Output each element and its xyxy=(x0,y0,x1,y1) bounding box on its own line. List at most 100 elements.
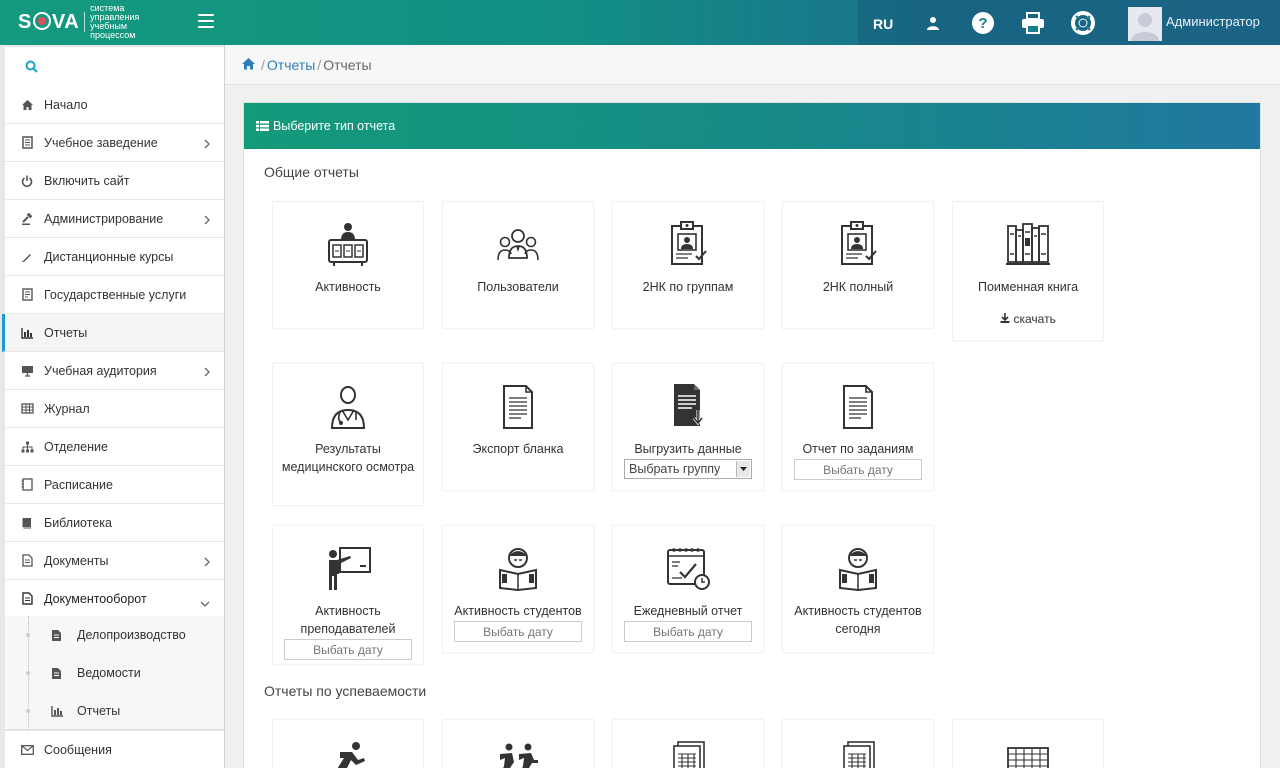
list-icon xyxy=(256,121,269,131)
report-card-users[interactable]: Пользователи xyxy=(442,201,594,329)
schedule-icon xyxy=(20,478,34,492)
sidebar-item-messages[interactable]: Сообщения xyxy=(5,731,224,768)
submenu-item-label: Делопроизводство xyxy=(77,628,186,642)
sidebar-item-documents[interactable]: Документы xyxy=(5,542,224,580)
app-logo[interactable]: S VA система управления учебным процессом xyxy=(18,4,170,40)
sidebar-item-administration[interactable]: Администрирование xyxy=(5,200,224,238)
submenu-item-records[interactable]: Делопроизводство xyxy=(5,616,224,654)
report-card-2nk-groups[interactable]: 2НК по группам xyxy=(612,201,764,329)
report-card-name-book[interactable]: Поименная книга скачать xyxy=(952,201,1104,341)
print-icon[interactable] xyxy=(1020,10,1046,36)
panel-title: Выберите тип отчета xyxy=(273,119,396,133)
sidebar-search[interactable] xyxy=(5,47,224,87)
daily-date-input[interactable] xyxy=(624,621,752,642)
chevron-right-icon xyxy=(204,365,210,380)
menu-toggle-icon[interactable] xyxy=(198,14,214,28)
top-right-toolbar: RU ? Администратор xyxy=(858,0,1280,45)
report-card-progress-4[interactable] xyxy=(782,719,934,768)
sidebar-item-label: Расписание xyxy=(44,477,113,492)
books-shelf-icon xyxy=(1004,220,1052,268)
report-card-progress-3[interactable] xyxy=(612,719,764,768)
submenu-item-statements[interactable]: Ведомости xyxy=(5,654,224,692)
user-name[interactable]: Администратор xyxy=(1166,14,1260,29)
sidebar-item-label: Дистанционные курсы xyxy=(44,249,174,264)
avatar[interactable] xyxy=(1128,7,1162,41)
submenu-item-label: Отчеты xyxy=(77,704,121,718)
file-text-icon xyxy=(51,628,65,642)
report-card-progress-5[interactable] xyxy=(952,719,1104,768)
report-card-progress-2[interactable] xyxy=(442,719,594,768)
tasks-date-input[interactable] xyxy=(794,459,922,480)
pencil-icon xyxy=(20,250,34,264)
sidebar-item-reports[interactable]: Отчеты xyxy=(2,314,224,352)
report-card-progress-1[interactable] xyxy=(272,719,424,768)
report-card-students-today[interactable]: Активность студентов сегодня xyxy=(782,525,934,653)
sidebar-item-document-flow[interactable]: Документооборот xyxy=(5,580,224,618)
section-title-progress: Отчеты по успеваемости xyxy=(264,683,427,699)
sidebar-item-home[interactable]: Начало xyxy=(5,86,224,124)
teachers-date-input[interactable] xyxy=(284,639,412,660)
sidebar-item-institution[interactable]: Учебное заведение xyxy=(5,124,224,162)
breadcrumb-current: Отчеты xyxy=(323,56,372,73)
svg-text:?: ? xyxy=(978,15,987,32)
group-select[interactable]: Выбрать группу xyxy=(624,459,752,479)
download-link[interactable]: скачать xyxy=(953,312,1103,326)
user-icon[interactable] xyxy=(920,10,946,36)
sidebar-item-gov-services[interactable]: Государственные услуги xyxy=(5,276,224,314)
report-card-teachers-activity[interactable]: Активность преподавателей xyxy=(272,525,424,665)
section-title-general: Общие отчеты xyxy=(264,164,359,180)
search-icon[interactable] xyxy=(25,60,38,76)
report-card-tasks[interactable]: Отчет по заданиям xyxy=(782,363,934,491)
support-lifebuoy-icon[interactable] xyxy=(1070,10,1096,36)
sidebar-item-library[interactable]: Библиотека xyxy=(5,504,224,542)
chevron-right-icon xyxy=(204,213,210,228)
home-icon[interactable] xyxy=(241,57,256,73)
students-date-input[interactable] xyxy=(454,621,582,642)
teacher-board-icon xyxy=(324,544,372,592)
id-document-check-icon xyxy=(664,220,712,268)
report-label: Активность преподавателей xyxy=(300,604,396,636)
report-label: 2НК по группам xyxy=(642,280,734,294)
panel-header: Выберите тип отчета xyxy=(244,103,1260,149)
sidebar-item-label: Отчеты xyxy=(44,325,88,340)
sidebar-item-enable-site[interactable]: Включить сайт xyxy=(5,162,224,200)
language-switcher[interactable]: RU xyxy=(873,16,893,32)
sidebar-item-schedule[interactable]: Расписание xyxy=(5,466,224,504)
breadcrumb-link-reports[interactable]: Отчеты xyxy=(267,57,315,73)
book-icon xyxy=(20,516,34,530)
report-card-export-form[interactable]: Экспорт бланка xyxy=(442,363,594,491)
sidebar-item-classroom[interactable]: Учебная аудитория xyxy=(5,352,224,390)
runner-icon xyxy=(324,738,372,768)
report-label: Результаты медицинского осмотра xyxy=(281,442,415,474)
document-download-icon xyxy=(664,382,712,430)
help-icon[interactable]: ? xyxy=(970,10,996,36)
presentation-icon xyxy=(20,364,34,378)
report-card-export-data[interactable]: Выгрузить данные Выбрать группу xyxy=(612,363,764,491)
report-card-activity[interactable]: Активность xyxy=(272,201,424,329)
file-text-icon xyxy=(51,666,65,680)
report-card-daily[interactable]: Ежедневный отчет xyxy=(612,525,764,653)
sidebar: Начало Учебное заведение Включить сайт А… xyxy=(0,45,225,768)
report-card-2nk-full[interactable]: 2НК полный xyxy=(782,201,934,329)
sidebar-item-label: Включить сайт xyxy=(44,173,130,188)
student-reading-icon xyxy=(834,544,882,592)
table-icon xyxy=(20,402,34,416)
sidebar-item-journal[interactable]: Журнал xyxy=(5,390,224,428)
report-label: Ежедневный отчет xyxy=(633,604,743,618)
top-bar: S VA система управления учебным процессом… xyxy=(0,0,1280,45)
gavel-icon xyxy=(20,212,34,226)
file-icon xyxy=(20,554,34,568)
logo-wordmark: S VA xyxy=(18,10,80,33)
submenu-item-reports[interactable]: Отчеты xyxy=(5,692,224,730)
scoreboard-icon xyxy=(324,220,372,268)
stacked-sheets-icon xyxy=(664,738,712,768)
submenu-item-label: Ведомости xyxy=(77,666,141,680)
report-label: Активность студентов сегодня xyxy=(794,604,922,636)
report-card-medical[interactable]: Результаты медицинского осмотра xyxy=(272,363,424,506)
report-card-students-activity[interactable]: Активность студентов xyxy=(442,525,594,653)
report-label: Активность xyxy=(315,280,381,294)
breadcrumb: / Отчеты / Отчеты xyxy=(225,45,1280,85)
document-lines-icon xyxy=(834,382,882,430)
sidebar-item-department[interactable]: Отделение xyxy=(5,428,224,466)
sidebar-item-distance-courses[interactable]: Дистанционные курсы xyxy=(5,238,224,276)
